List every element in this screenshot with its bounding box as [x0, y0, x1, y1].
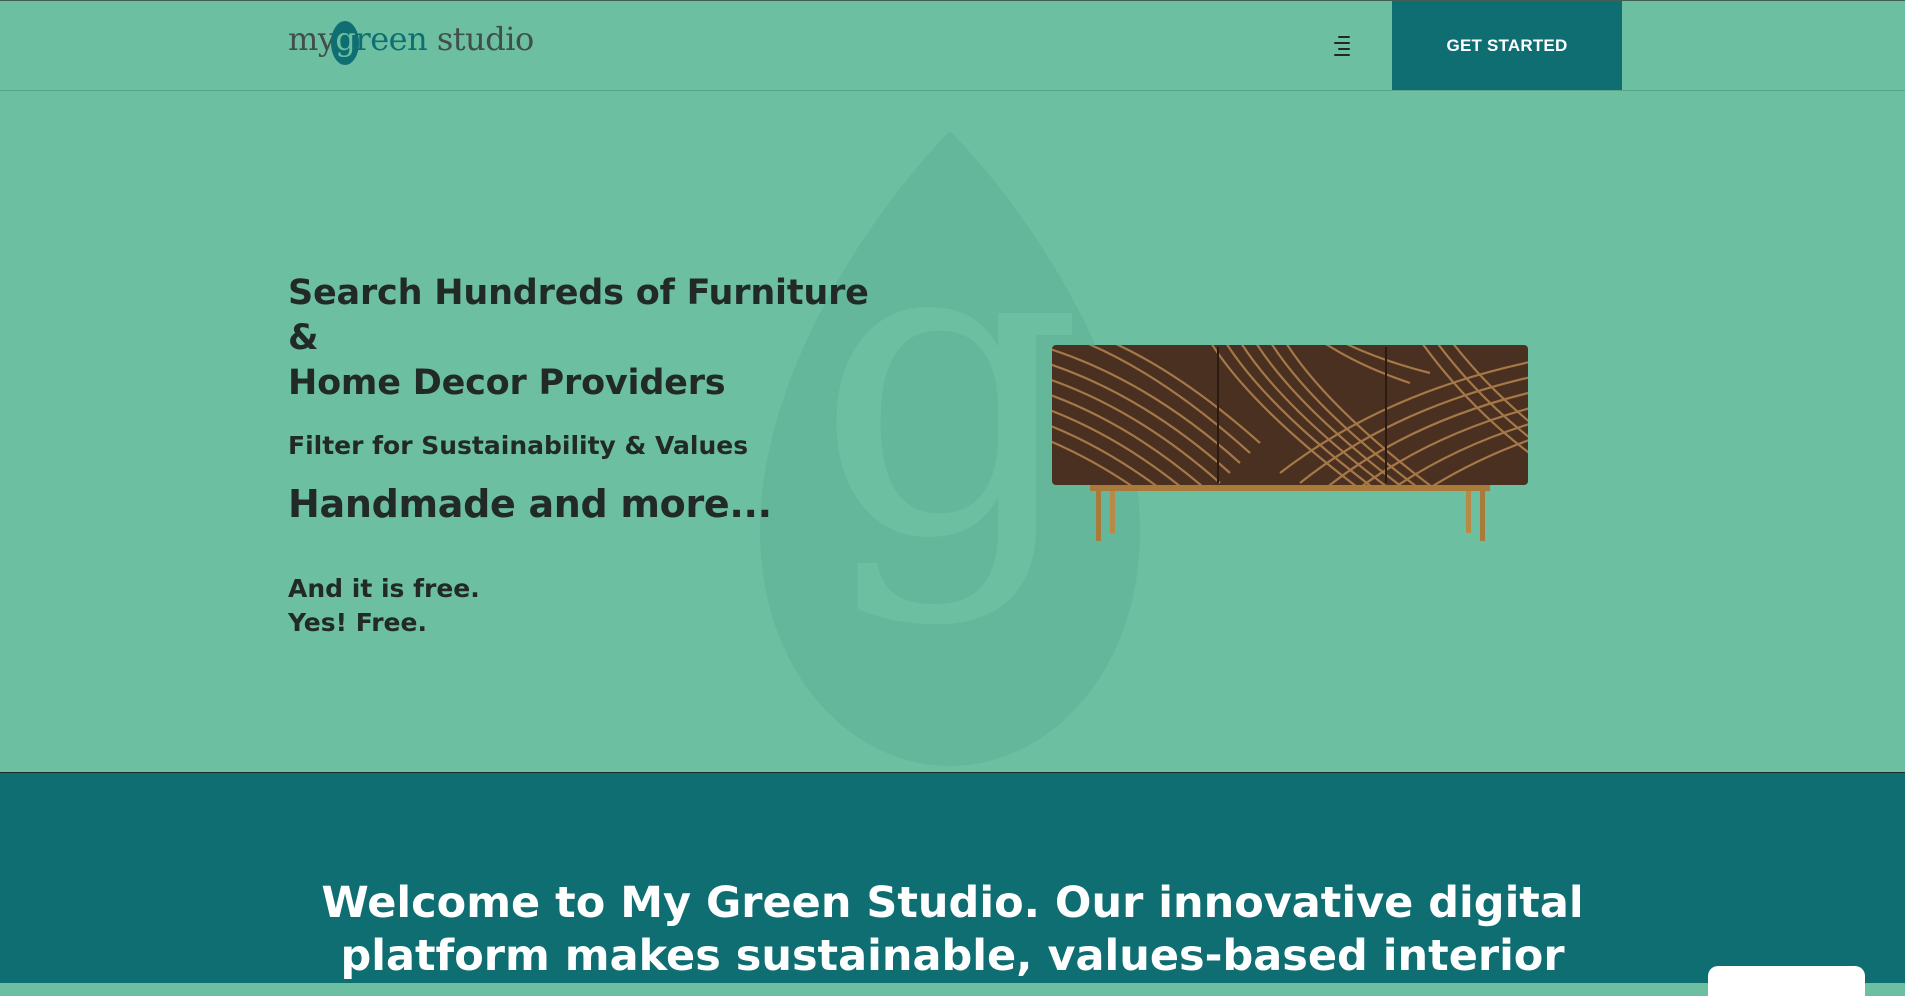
logo-text-my: my: [288, 20, 336, 58]
get-started-button[interactable]: GET STARTED: [1392, 1, 1622, 90]
logo[interactable]: my green studio: [288, 19, 534, 65]
hero-text: Search Hundreds of Furniture & Home Deco…: [288, 271, 888, 640]
logo-drop-g: g: [331, 19, 360, 65]
menu-icon[interactable]: [1334, 36, 1356, 58]
free-line-2: Yes! Free.: [288, 608, 427, 637]
welcome-text: Welcome to My Green Studio. Our innovati…: [0, 877, 1905, 983]
menu-icon-bar: [1338, 36, 1350, 38]
menu-icon-bar: [1334, 54, 1350, 56]
hero-heading: Search Hundreds of Furniture & Home Deco…: [288, 271, 888, 406]
logo-text-reen: reen: [355, 20, 428, 58]
welcome-band: Welcome to My Green Studio. Our innovati…: [0, 772, 1905, 983]
hero-heading-line2: Home Decor Providers: [288, 363, 726, 403]
hero-tagline: Handmade and more...: [288, 482, 772, 526]
menu-icon-bar: [1334, 42, 1350, 44]
logo-text-studio: studio: [427, 20, 534, 58]
welcome-line1: Welcome to My Green Studio. Our innovati…: [321, 878, 1584, 928]
hero-subheading: Filter for Sustainability & Values: [288, 431, 749, 460]
hero-free-text: And it is free. Yes! Free.: [288, 572, 888, 640]
hero-section: g Search Hundreds of Furniture & Home De…: [0, 91, 1905, 773]
free-line-1: And it is free.: [288, 574, 480, 603]
logo-text-g: g: [335, 20, 356, 58]
welcome-line2: platform makes sustainable, values-based…: [340, 931, 1565, 981]
menu-icon-bar: [1338, 48, 1350, 50]
sideboard-image: [1052, 345, 1528, 541]
hero-heading-line1: Search Hundreds of Furniture &: [288, 273, 869, 358]
chat-widget-tab[interactable]: [1708, 966, 1865, 996]
